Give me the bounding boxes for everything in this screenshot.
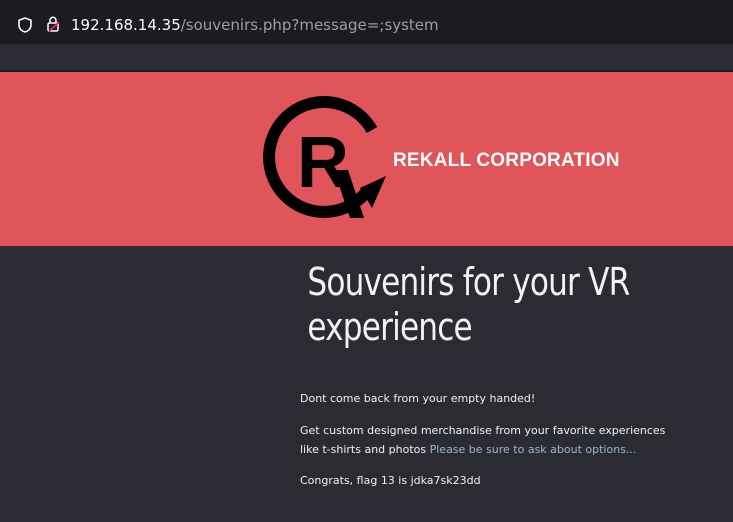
options-link[interactable]: Please be sure to ask about options... (430, 443, 637, 456)
web-page: R REKALL CORPORATION Souvenirs for your … (0, 44, 733, 522)
url-text[interactable]: 192.168.14.35/souvenirs.php?message=;sys… (71, 15, 439, 35)
page-title-line2: experience (307, 305, 472, 349)
intro-text: Dont come back from your empty handed! (300, 392, 536, 405)
lock-warning-icon[interactable] (46, 16, 60, 33)
page-title-line1: Souvenirs for your VR (307, 260, 630, 304)
url-path: /souvenirs.php?message=;system (180, 16, 439, 34)
merch-text: Get custom designed merchandise from you… (300, 421, 680, 459)
brand-name: REKALL CORPORATION (393, 150, 620, 171)
shield-icon[interactable] (18, 17, 32, 33)
page-title: Souvenirs for your VR experience (300, 260, 685, 350)
browser-toolbar: 192.168.14.35/souvenirs.php?message=;sys… (0, 0, 733, 44)
main-content: Souvenirs for your VR experience Dont co… (300, 260, 690, 487)
url-host: 192.168.14.35 (71, 16, 181, 34)
flag-text: Congrats, flag 13 is jdka7sk23dd (300, 474, 481, 487)
header-banner: R REKALL CORPORATION (0, 72, 733, 246)
address-bar[interactable]: 192.168.14.35/souvenirs.php?message=;sys… (5, 5, 733, 37)
rekall-logo: R (256, 92, 391, 227)
